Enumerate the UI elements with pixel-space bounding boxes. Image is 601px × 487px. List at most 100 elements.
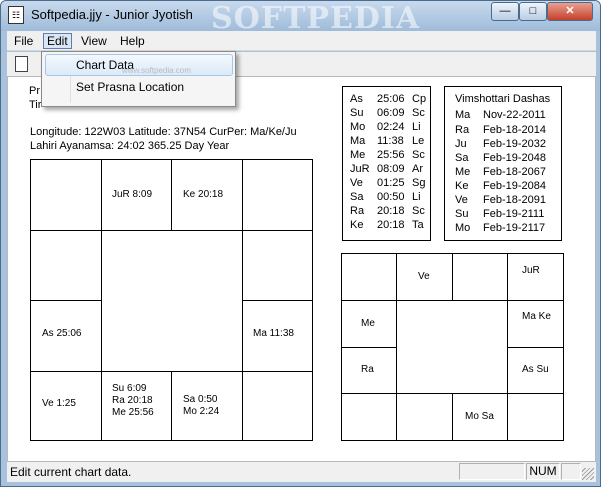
info-line-1: Pr xyxy=(29,85,40,97)
pos-degree: 20:18 xyxy=(377,219,405,231)
grid-line xyxy=(171,371,172,441)
pos-degree: 06:09 xyxy=(377,107,405,119)
close-button[interactable]: ✕ xyxy=(547,2,593,21)
dasha-date: Nov-22-2011 xyxy=(483,109,546,121)
dasha-planet: Ma xyxy=(455,109,471,121)
rasi-ke: Ke 20:18 xyxy=(183,189,224,200)
dasha-row-2: Ra Feb-18-2014 xyxy=(455,124,546,136)
status-bar: Edit current chart data. NUM xyxy=(7,462,596,482)
navamsa-me: Me xyxy=(361,318,375,329)
grid-line xyxy=(507,347,563,348)
pos-sign: Li xyxy=(412,121,421,133)
rasi-me: Me 25:56 xyxy=(112,407,154,418)
pos-degree: 01:25 xyxy=(377,177,405,189)
pos-row-10: Ke 20:18 Ta xyxy=(350,219,424,231)
pos-degree: 00:50 xyxy=(377,191,405,203)
pos-degree: 20:18 xyxy=(377,205,405,217)
rasi-mo: Mo 2:24 xyxy=(183,406,220,417)
pos-row-6: JuR 08:09 Ar xyxy=(350,163,423,175)
dasha-row-5: Me Feb-18-2067 xyxy=(455,166,546,178)
pos-degree: 25:06 xyxy=(377,93,405,105)
pos-row-1: As 25:06 Cp xyxy=(350,93,426,105)
menu-item-set-prasna-location[interactable]: Set Prasna Location xyxy=(45,76,233,98)
app-window: ☷ Softpedia.jjy - Junior Jyotish SOFTPED… xyxy=(0,0,601,487)
maximize-button[interactable]: □ xyxy=(519,2,547,21)
chart-view: Pr Tir Longitude: 122W03 Latitude: 37N54… xyxy=(7,76,596,462)
pos-row-8: Sa 00:50 Li xyxy=(350,191,421,203)
rasi-ra: Ra 20:18 xyxy=(112,395,153,406)
title-bar[interactable]: ☷ Softpedia.jjy - Junior Jyotish SOFTPED… xyxy=(1,1,600,36)
pos-row-5: Me 25:56 Sc xyxy=(350,149,425,161)
pos-planet: Sa xyxy=(350,191,364,203)
dasha-row-4: Sa Feb-19-2048 xyxy=(455,152,546,164)
pos-sign: Sg xyxy=(412,177,426,189)
grid-line xyxy=(452,254,453,300)
pos-planet: Ma xyxy=(350,135,366,147)
dasha-date: Feb-19-2032 xyxy=(483,138,546,150)
navamsa-ra: Ra xyxy=(361,364,374,375)
menu-edit[interactable]: Edit xyxy=(43,33,72,49)
status-num: NUM xyxy=(526,463,560,480)
window-title: Softpedia.jjy - Junior Jyotish xyxy=(31,7,193,22)
dasha-date: Feb-18-2067 xyxy=(483,166,546,178)
grid-line xyxy=(171,160,172,230)
navamsa-ju: JuR xyxy=(522,265,540,276)
status-pane-empty-2 xyxy=(561,463,581,480)
dasha-planet: Su xyxy=(455,208,469,220)
grid-line xyxy=(342,393,563,394)
pos-planet: Mo xyxy=(350,121,366,133)
pos-sign: Cp xyxy=(412,93,427,105)
dasha-planet: Mo xyxy=(455,222,471,234)
info-line-2: Tir xyxy=(29,99,42,111)
dasha-date: Feb-19-2048 xyxy=(483,152,546,164)
app-icon[interactable]: ☷ xyxy=(8,6,24,24)
pos-planet: Me xyxy=(350,149,366,161)
dasha-row-9: Mo Feb-19-2117 xyxy=(455,222,545,234)
dasha-row-8: Su Feb-19-2111 xyxy=(455,208,544,220)
pos-sign: Sc xyxy=(412,205,425,217)
menu-help[interactable]: Help xyxy=(117,33,148,49)
dasha-planet: Ke xyxy=(455,180,469,192)
new-document-icon[interactable] xyxy=(15,56,28,72)
dasha-row-1: Ma Nov-22-2011 xyxy=(455,109,546,121)
dashas-title: Vimshottari Dashas xyxy=(455,93,551,105)
ayanamsa-line: Lahiri Ayanamsa: 24:02 365.25 Day Year xyxy=(30,140,230,152)
dashas-box: Vimshottari Dashas Ma Nov-22-2011 Ra Feb-1… xyxy=(444,86,562,241)
pos-sign: Ta xyxy=(412,219,424,231)
pos-row-4: Ma 11:38 Le xyxy=(350,135,424,147)
pos-row-3: Mo 02:24 Li xyxy=(350,121,421,133)
pos-planet: Su xyxy=(350,107,364,119)
dasha-date: Feb-18-2091 xyxy=(483,194,546,206)
rasi-sa: Sa 0:50 xyxy=(183,394,218,405)
pos-row-9: Ra 20:18 Sc xyxy=(350,205,425,217)
menu-bar: File Edit View Help xyxy=(7,31,596,51)
dasha-row-7: Ve Feb-18-2091 xyxy=(455,194,546,206)
grid-line xyxy=(31,230,312,231)
dasha-date: Feb-19-2084 xyxy=(483,180,546,192)
pos-degree: 11:38 xyxy=(377,135,404,147)
grid-line xyxy=(396,254,397,440)
dasha-planet: Ju xyxy=(455,138,467,150)
navamsa-as-su: As Su xyxy=(522,364,549,375)
grid-line xyxy=(242,300,312,301)
grid-line xyxy=(31,300,101,301)
status-pane-empty-1 xyxy=(459,463,525,480)
navamsa-chart: Ve JuR Me Ma Ke Ra As Su Mo Sa xyxy=(341,253,564,441)
rasi-ma: Ma 11:38 xyxy=(253,328,294,339)
watermark-url: www.softpedia.com xyxy=(122,66,191,75)
pos-planet: JuR xyxy=(350,163,370,175)
pos-row-2: Su 06:09 Sc xyxy=(350,107,425,119)
dasha-row-6: Ke Feb-19-2084 xyxy=(455,180,546,192)
grid-line xyxy=(452,393,453,440)
navamsa-mo-sa: Mo Sa xyxy=(465,411,494,422)
menu-view[interactable]: View xyxy=(78,33,110,49)
rasi-su: Su 6:09 xyxy=(112,383,147,394)
pos-planet: Ra xyxy=(350,205,365,217)
resize-grip[interactable] xyxy=(582,468,594,480)
dasha-planet: Me xyxy=(455,166,471,178)
planet-positions-box: As 25:06 Cp Su 06:09 Sc Mo 02:24 Li Ma 11:38 Le … xyxy=(342,86,431,241)
menu-file[interactable]: File xyxy=(11,33,36,49)
minimize-button[interactable]: — xyxy=(491,2,519,21)
rasi-ju: JuR 8:09 xyxy=(112,189,153,200)
pos-sign: Ar xyxy=(412,163,423,175)
